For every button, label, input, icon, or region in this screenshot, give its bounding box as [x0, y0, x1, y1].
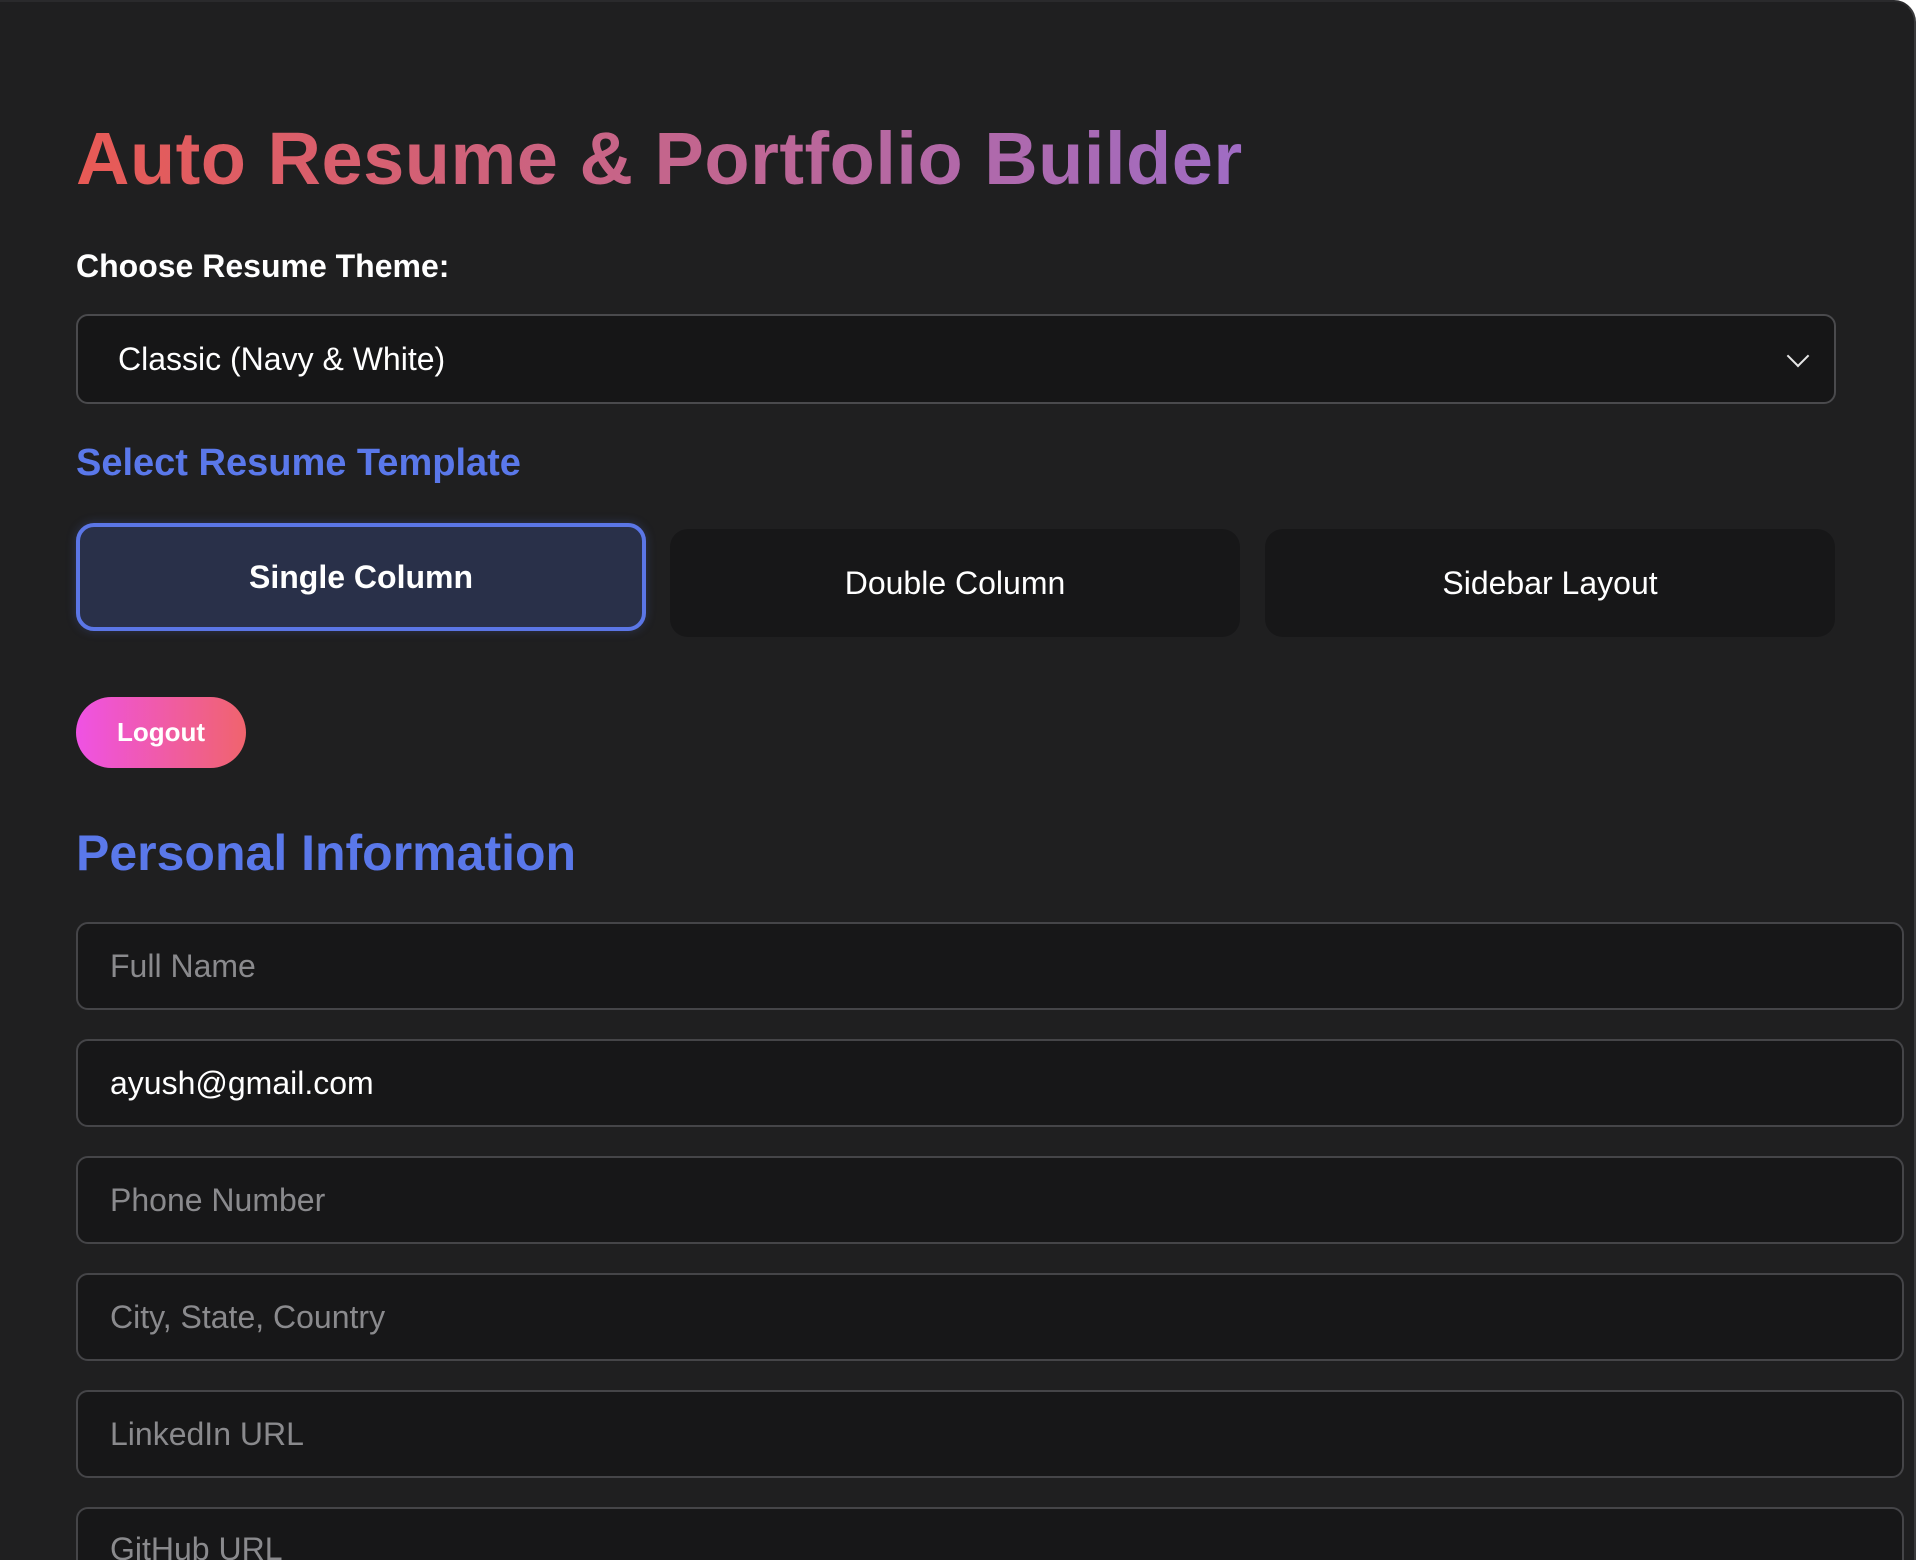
- logout-button[interactable]: Logout: [76, 697, 246, 768]
- email-input[interactable]: ayush@gmail.com: [76, 1039, 1904, 1127]
- template-single-column-button[interactable]: Single Column: [76, 523, 646, 631]
- linkedin-input[interactable]: LinkedIn URL: [76, 1390, 1904, 1478]
- personal-info-heading: Personal Information: [76, 825, 577, 881]
- location-placeholder: City, State, Country: [110, 1298, 386, 1335]
- linkedin-placeholder: LinkedIn URL: [110, 1415, 304, 1452]
- github-placeholder: GitHub URL: [110, 1531, 283, 1560]
- location-input[interactable]: City, State, Country: [76, 1273, 1904, 1361]
- template-sidebar-layout-button[interactable]: Sidebar Layout: [1265, 529, 1835, 637]
- email-value: ayush@gmail.com: [110, 1064, 374, 1101]
- chevron-down-icon: [1786, 344, 1810, 368]
- template-double-column-button[interactable]: Double Column: [670, 529, 1240, 637]
- full-name-input[interactable]: Full Name: [76, 922, 1904, 1010]
- full-name-placeholder: Full Name: [110, 947, 256, 984]
- theme-select-value: Classic (Navy & White): [118, 340, 446, 377]
- theme-label: Choose Resume Theme:: [76, 248, 450, 284]
- app-panel: Auto Resume & Portfolio Builder Choose R…: [0, 0, 1916, 1560]
- github-input[interactable]: GitHub URL: [76, 1507, 1904, 1560]
- phone-input[interactable]: Phone Number: [76, 1156, 1904, 1244]
- template-heading: Select Resume Template: [76, 442, 521, 484]
- phone-placeholder: Phone Number: [110, 1181, 326, 1218]
- theme-select[interactable]: Classic (Navy & White): [76, 314, 1836, 404]
- app-title: Auto Resume & Portfolio Builder: [76, 114, 1243, 204]
